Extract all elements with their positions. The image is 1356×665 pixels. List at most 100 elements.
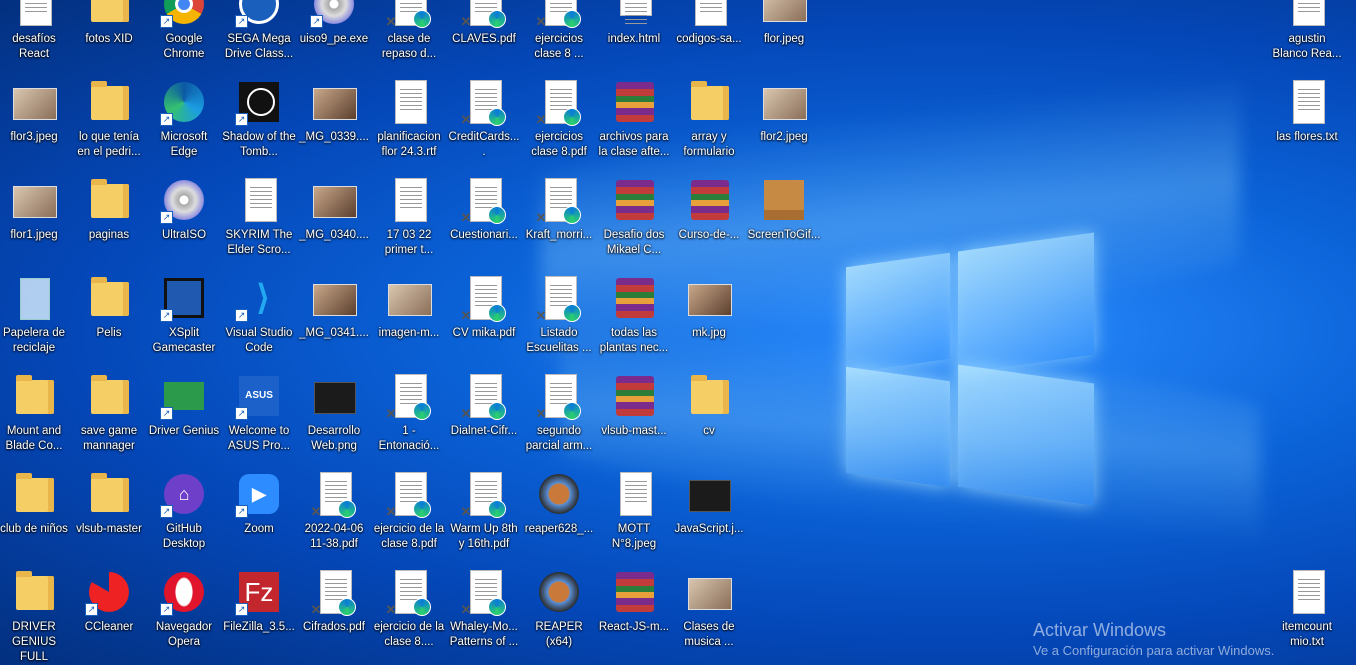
desktop-icon-zoom[interactable]: ▶ ↗ Zoom: [222, 468, 296, 564]
chrome-icon: ↗: [160, 0, 208, 28]
desktop-icon-itemcount-mio-txt[interactable]: itemcount mio.txt: [1270, 566, 1344, 662]
desktop-icon-mott-n-8-jpeg[interactable]: MOTT N°8.jpeg: [597, 468, 671, 564]
desktop-icon-flor1-jpeg[interactable]: flor1.jpeg: [0, 174, 71, 270]
desktop-icon-codigos-sa[interactable]: PDF codigos-sa...: [672, 0, 746, 74]
doc-icon: [610, 470, 658, 518]
desktop-icon-2022-04-06-11-38-pdf[interactable]: ✕ 2022-04-06 11-38.pdf: [297, 468, 371, 564]
desktop-icon-mk-jpg[interactable]: mk.jpg: [672, 272, 746, 368]
desktop-icon-vlsub-mast[interactable]: vlsub-mast...: [597, 370, 671, 466]
desktop-icon-label: desafíos React: [12, 33, 56, 60]
desktop-icon-label: Zoom: [244, 523, 274, 535]
desktop-icon-clase-de-repaso-d[interactable]: ✕ clase de repaso d...: [372, 0, 446, 74]
desktop-icon-sega-mega-drive-class[interactable]: ↗ SEGA Mega Drive Class...: [222, 0, 296, 74]
desktop-icon-creditcards[interactable]: ✕ CreditCards....: [447, 76, 521, 172]
logo-pane: [958, 232, 1094, 374]
desktop-icon-vlsub-master[interactable]: vlsub-master: [72, 468, 146, 564]
desktop-icon-1-entonaci[interactable]: ✕ 1 - Entonació...: [372, 370, 446, 466]
desktop-icon-ejercicios-clase-8-pdf[interactable]: ✕ ejercicios clase 8.pdf: [522, 76, 596, 172]
desktop-icon-pelis[interactable]: Pelis: [72, 272, 146, 368]
desktop-icon-archivos-para-la-clase-afte[interactable]: archivos para la clase afte...: [597, 76, 671, 172]
desktop-icon-kraft-morri[interactable]: ✕ Kraft_morri...: [522, 174, 596, 270]
desktop-icon-curso-de[interactable]: Curso-de-...: [672, 174, 746, 270]
desktop-icon-cuestionari[interactable]: ✕ Cuestionari...: [447, 174, 521, 270]
desktop-icon-mg-0341[interactable]: _MG_0341....: [297, 272, 371, 368]
desktop-icon-ejercicio-de-la-clase-8-pdf[interactable]: ✕ ejercicio de la clase 8.pdf: [372, 468, 446, 564]
desktop-icon-lo-que-ten-a-en-el-pedri[interactable]: lo que tenía en el pedri...: [72, 76, 146, 172]
desktop-icon-skyrim-the-elder-scro[interactable]: SKYRIM The Elder Scro...: [222, 174, 296, 270]
desktop-icon-javascript-j[interactable]: JavaScript.j...: [672, 468, 746, 564]
desktop-icon-warm-up-8th-y-16th-pdf[interactable]: ✕ Warm Up 8th y 16th.pdf: [447, 468, 521, 564]
icon-part: ✕: [535, 308, 547, 323]
desktop-icon-label: Warm Up 8th y 16th.pdf: [450, 523, 518, 550]
icon-part: [313, 186, 357, 218]
desktop-icon-label: itemcount mio.txt: [1282, 621, 1332, 648]
desktop-icon-desaf-os-react[interactable]: desafíos React: [0, 0, 71, 74]
desktop-icon-claves-pdf[interactable]: ✕ CLAVES.pdf: [447, 0, 521, 74]
desktop-icon-17-03-22-primer-t[interactable]: 17 03 22 primer t...: [372, 174, 446, 270]
desktop-icon-imagen-m[interactable]: imagen-m...: [372, 272, 446, 368]
desktop-icon-whaley-mo-patterns-of[interactable]: ✕ Whaley-Mo... Patterns of ...: [447, 566, 521, 662]
desktop-icon-label: Pelis: [96, 327, 122, 339]
desktop-icon-shadow-of-the-tomb[interactable]: ↗ Shadow of the Tomb...: [222, 76, 296, 172]
filezilla-icon: Fz ↗: [235, 568, 283, 616]
desktop-icon-label: ejercicio de la clase 8.pdf: [373, 523, 445, 550]
icon-part: [689, 480, 731, 512]
desktop-icon-cifrados-pdf[interactable]: ✕ Cifrados.pdf: [297, 566, 371, 662]
desktop-icon-clases-de-musica[interactable]: Clases de musica ...: [672, 566, 746, 662]
desktop-icon-filezilla-3-5[interactable]: Fz ↗ FileZilla_3.5...: [222, 566, 296, 662]
icon-part: [488, 402, 506, 420]
desktop-icon-ccleaner[interactable]: ↗ CCleaner: [72, 566, 146, 662]
desktop-icon-reaper628[interactable]: reaper628_...: [522, 468, 596, 564]
desktop-icon-cv-mika-pdf[interactable]: ✕ CV mika.pdf: [447, 272, 521, 368]
doc-icon: [385, 78, 433, 126]
desktop-icon-flor-jpeg[interactable]: flor.jpeg: [747, 0, 821, 74]
desktop-icon-planificacion-flor-24-3-rtf[interactable]: planificacion flor 24.3.rtf: [372, 76, 446, 172]
desktop-icon-club-de-ni-os[interactable]: club de niños: [0, 468, 71, 564]
desktop-icon-uiso9-pe-exe[interactable]: ↗ uiso9_pe.exe: [297, 0, 371, 74]
icon-part: [563, 206, 581, 224]
desktop-icon-mg-0339[interactable]: _MG_0339....: [297, 76, 371, 172]
zoom-icon: ▶ ↗: [235, 470, 283, 518]
desktop-icon-desarrollo-web-png[interactable]: Desarrollo Web.png: [297, 370, 371, 466]
desktop-icon-driver-genius[interactable]: ↗ Driver Genius: [147, 370, 221, 466]
desktop-icon-segundo-parcial-arm[interactable]: ✕ segundo parcial arm...: [522, 370, 596, 466]
desktop-icon-ejercicio-de-la-clase-8[interactable]: ✕ ejercicio de la clase 8....: [372, 566, 446, 662]
desktop-icon-driver-genius-full[interactable]: DRIVER GENIUS FULL: [0, 566, 71, 663]
desktop-icon-save-game-mannager[interactable]: save game mannager: [72, 370, 146, 466]
pic-icon: [385, 274, 433, 322]
desktop-icon-fotos-xid[interactable]: fotos XID: [72, 0, 146, 74]
desktop-icon-papelera-de-reciclaje[interactable]: Papelera de reciclaje: [0, 272, 71, 368]
desktop-icon-google-chrome[interactable]: ↗ Google Chrome: [147, 0, 221, 74]
desktop-icon-screentogif[interactable]: ScreenToGif...: [747, 174, 821, 270]
desktop-icon-agustin-blanco-rea[interactable]: agustin Blanco Rea...: [1270, 0, 1344, 74]
dark-icon: [685, 470, 733, 518]
desktop-icon-reaper-x64[interactable]: REAPER (x64): [522, 566, 596, 662]
desktop-icon-flor3-jpeg[interactable]: flor3.jpeg: [0, 76, 71, 172]
icon-part: [13, 88, 57, 120]
desktop-icon-welcome-to-asus-pro[interactable]: ASUS ↗ Welcome to ASUS Pro...: [222, 370, 296, 466]
desktop-icon-paginas[interactable]: paginas: [72, 174, 146, 270]
desktop-icon-microsoft-edge[interactable]: ↗ Microsoft Edge: [147, 76, 221, 172]
desktop-icon-listado-escuelitas[interactable]: ✕ Listado Escuelitas ...: [522, 272, 596, 368]
desktop-icon-flor2-jpeg[interactable]: flor2.jpeg: [747, 76, 821, 172]
desktop-icon-visual-studio-code[interactable]: ⟩ ↗ Visual Studio Code: [222, 272, 296, 368]
desktop-icon-las-flores-txt[interactable]: las flores.txt: [1270, 76, 1344, 172]
desktop-icon-mount-and-blade-co[interactable]: Mount and Blade Co...: [0, 370, 71, 466]
desktop-icon-desafio-dos-mikael-c[interactable]: Desafio dos Mikael C...: [597, 174, 671, 270]
desktop-icon-index-html[interactable]: index.html: [597, 0, 671, 74]
desktop-icon-label: planificacion flor 24.3.rtf: [377, 131, 441, 158]
desktop-icon-xsplit-gamecaster[interactable]: ↗ XSplit Gamecaster: [147, 272, 221, 368]
desktop-icon-cv[interactable]: cv: [672, 370, 746, 466]
desktop-icon-ejercicios-clase-8[interactable]: ✕ ejercicios clase 8 ...: [522, 0, 596, 74]
doc-icon: [1283, 568, 1331, 616]
desktop-icon-mg-0340[interactable]: _MG_0340....: [297, 174, 371, 270]
desktop-icon-label: array y formulario: [683, 131, 735, 158]
desktop-icon-dialnet-cifr[interactable]: ✕ Dialnet-Cifr...: [447, 370, 521, 466]
desktop-icon-react-js-m[interactable]: React-JS-m...: [597, 566, 671, 662]
desktop-icon-array-y-formulario[interactable]: array y formulario: [672, 76, 746, 172]
desktop-icon-navegador-opera[interactable]: ↗ Navegador Opera: [147, 566, 221, 662]
icon-part: [563, 304, 581, 322]
desktop-icon-todas-las-plantas-nec[interactable]: todas las plantas nec...: [597, 272, 671, 368]
desktop-icon-github-desktop[interactable]: ⌂ ↗ GitHub Desktop: [147, 468, 221, 564]
desktop-icon-ultraiso[interactable]: ↗ UltraISO: [147, 174, 221, 270]
